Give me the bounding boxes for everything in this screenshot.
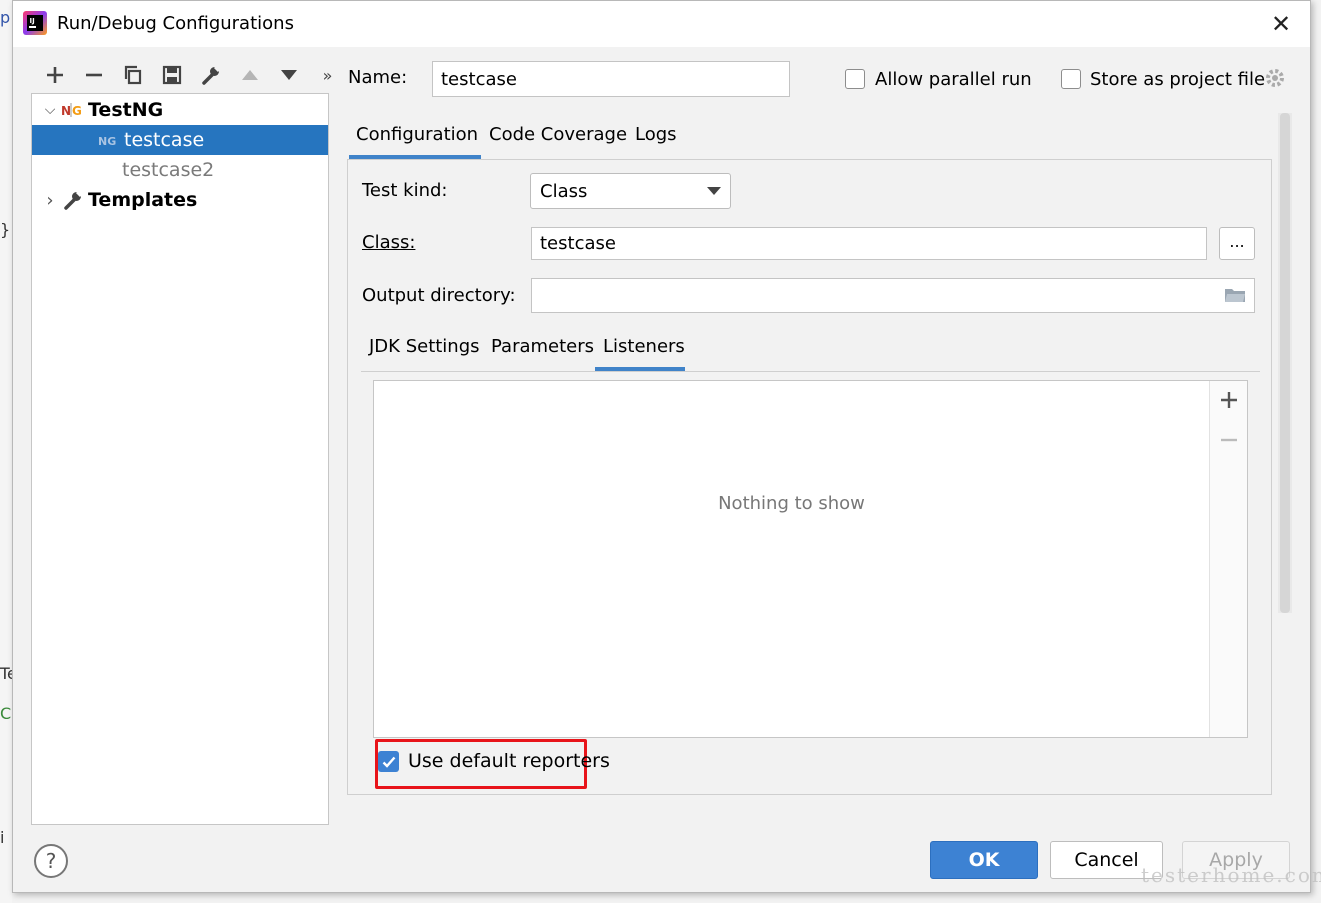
- tree-node-testng[interactable]: ⌵ NG TestNG: [32, 95, 328, 125]
- tree-node-testcase[interactable]: NG testcase: [32, 125, 328, 155]
- use-default-reporters-label[interactable]: Use default reporters: [408, 750, 610, 772]
- move-down-button[interactable]: [269, 61, 308, 89]
- configurations-toolbar: »: [35, 61, 347, 89]
- tab-jdk-settings[interactable]: JDK Settings: [369, 336, 480, 357]
- background-fragment: C: [0, 704, 12, 723]
- wrench-icon: [60, 190, 86, 210]
- tree-node-templates[interactable]: › Templates: [32, 185, 328, 215]
- chevron-down-icon[interactable]: ⌵: [40, 102, 60, 118]
- list-toolbar: [1209, 381, 1247, 737]
- more-actions-button[interactable]: »: [308, 61, 347, 89]
- background-fragment: }: [0, 220, 11, 239]
- tree-label-testng: TestNG: [88, 99, 164, 121]
- browse-class-button[interactable]: ...: [1219, 227, 1255, 260]
- tree-label-testcase: testcase: [124, 129, 205, 151]
- scrollbar-thumb[interactable]: [1280, 113, 1290, 613]
- save-icon: [162, 65, 181, 85]
- remove-configuration-button[interactable]: [74, 61, 113, 89]
- chevron-right-icon[interactable]: ›: [40, 190, 60, 211]
- allow-parallel-run-label[interactable]: Allow parallel run: [875, 69, 1032, 90]
- svg-text:N: N: [61, 104, 71, 118]
- test-kind-value: Class: [540, 180, 588, 202]
- remove-listener-button[interactable]: [1218, 429, 1240, 453]
- title-bar: IJ Run/Debug Configurations ✕: [13, 1, 1310, 47]
- test-kind-label: Test kind:: [362, 180, 448, 201]
- tree-label-testcase2: testcase2: [122, 159, 215, 181]
- class-input[interactable]: testcase: [531, 227, 1207, 260]
- background-fragment: p: [0, 8, 11, 27]
- dropdown-arrow-icon: [707, 187, 721, 195]
- tab-logs[interactable]: Logs: [635, 124, 677, 145]
- close-button[interactable]: ✕: [1266, 9, 1296, 39]
- move-up-button[interactable]: [230, 61, 269, 89]
- allow-parallel-run-checkbox[interactable]: [845, 69, 865, 89]
- testng-config-icon: NG: [96, 130, 122, 150]
- listeners-list[interactable]: Nothing to show: [373, 380, 1248, 738]
- testng-icon: NG: [60, 100, 86, 120]
- add-configuration-button[interactable]: [35, 61, 74, 89]
- minus-icon: [1221, 438, 1237, 442]
- svg-text:NG: NG: [98, 135, 116, 148]
- empty-list-text: Nothing to show: [718, 493, 865, 514]
- output-directory-label: Output directory:: [362, 285, 516, 306]
- tab-code-coverage[interactable]: Code Coverage: [489, 124, 627, 145]
- move-down-icon: [280, 70, 297, 80]
- svg-text:G: G: [72, 104, 82, 118]
- minus-icon: [85, 73, 102, 77]
- background-ide-strip: p } Te C i: [0, 0, 17, 903]
- use-default-reporters-checkbox[interactable]: [378, 751, 399, 772]
- intellij-logo-icon: IJ: [23, 11, 47, 35]
- tree-node-testcase2[interactable]: testcase2: [32, 155, 328, 185]
- help-button[interactable]: ?: [34, 844, 68, 878]
- checkmark-icon: [382, 756, 395, 768]
- copy-configuration-button[interactable]: [113, 61, 152, 89]
- name-label: Name:: [348, 67, 408, 88]
- output-directory-input[interactable]: [531, 278, 1255, 313]
- copy-icon: [124, 65, 141, 85]
- divider: [361, 371, 1260, 372]
- gear-icon[interactable]: [1264, 67, 1286, 94]
- watermark: testerhome.com: [1141, 863, 1321, 887]
- save-configuration-button[interactable]: [152, 61, 191, 89]
- move-up-icon: [241, 70, 258, 80]
- svg-text:IJ: IJ: [30, 17, 35, 25]
- add-listener-button[interactable]: [1218, 389, 1240, 413]
- class-label: Class:: [362, 232, 416, 253]
- plus-icon: [1221, 392, 1237, 408]
- plus-icon: [46, 67, 63, 83]
- tab-configuration[interactable]: Configuration: [356, 124, 478, 145]
- store-as-project-file-checkbox[interactable]: [1061, 69, 1081, 89]
- dialog-title: Run/Debug Configurations: [57, 13, 294, 34]
- tab-listeners[interactable]: Listeners: [603, 336, 685, 357]
- name-input[interactable]: testcase: [432, 61, 790, 97]
- folder-icon[interactable]: [1224, 286, 1246, 309]
- run-debug-dialog: IJ Run/Debug Configurations ✕ » ⌵ N G Te…: [12, 0, 1321, 893]
- more-icon: »: [322, 65, 333, 85]
- test-kind-dropdown[interactable]: Class: [530, 173, 731, 209]
- tree-label-templates: Templates: [88, 189, 198, 211]
- configurations-tree: ⌵ NG TestNG NG testcase testcase2 › Temp…: [31, 93, 329, 825]
- ok-button[interactable]: OK: [930, 841, 1038, 879]
- tab-parameters[interactable]: Parameters: [491, 336, 594, 357]
- wrench-icon: [201, 65, 220, 85]
- background-fragment: Te: [0, 664, 17, 683]
- store-as-project-file-label[interactable]: Store as project file: [1090, 69, 1265, 90]
- edit-templates-button[interactable]: [191, 61, 230, 89]
- background-fragment: i: [0, 828, 5, 847]
